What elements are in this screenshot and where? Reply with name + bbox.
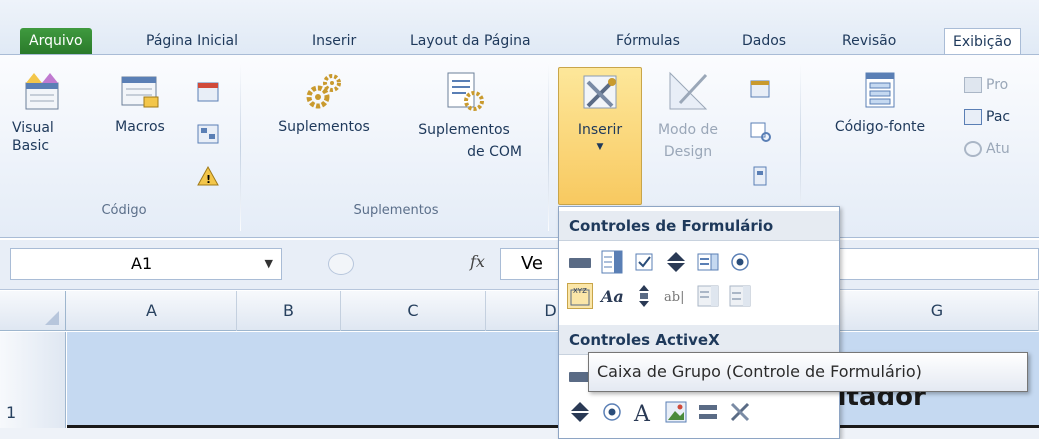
- suplementos-label: Suplementos: [278, 119, 370, 135]
- group-label-codigo: Código: [101, 203, 147, 218]
- group-separator: [548, 63, 549, 231]
- controls-small-icons: [750, 80, 771, 186]
- activex-label-icon[interactable]: A: [631, 399, 657, 427]
- tab-exibicao[interactable]: Exibição: [944, 28, 1021, 54]
- text-field-icon[interactable]: ab|: [663, 283, 689, 309]
- macros-icon: [121, 76, 159, 108]
- svg-text:ab|: ab|: [664, 290, 684, 305]
- group-separator: [240, 63, 241, 231]
- svg-text:!: !: [206, 173, 211, 186]
- svg-text:XYZ: XYZ: [573, 287, 587, 295]
- activex-toggle-button-icon[interactable]: [695, 399, 721, 425]
- suplementos-com-label: Suplementos de COM: [396, 119, 532, 163]
- name-box-value: A1: [131, 254, 153, 273]
- combo-drop-down-edit-icon[interactable]: [727, 283, 753, 309]
- propriedades-label: Pro: [986, 77, 1009, 93]
- tab-layout-da-pagina[interactable]: Layout da Página: [402, 28, 539, 54]
- combo-box-icon[interactable]: [599, 249, 625, 275]
- insert-controls-dropdown: Controles de Formulário XYZ Aa ab| Contr…: [558, 206, 840, 439]
- more-controls-icon[interactable]: [727, 399, 753, 425]
- formula-bar: A1 ▼ fx Ve: [0, 240, 1039, 290]
- atualizar-label: Atu: [986, 141, 1010, 157]
- select-all-corner[interactable]: [0, 291, 66, 331]
- column-header-c[interactable]: C: [341, 291, 486, 331]
- expansion-packs-icon: [964, 109, 982, 125]
- pacotes-label: Pac: [986, 109, 1011, 125]
- inserir-controls-button[interactable]: Inserir ▼: [558, 67, 642, 205]
- combo-list-edit-icon[interactable]: [695, 283, 721, 309]
- design-mode-icon: [669, 71, 708, 110]
- row-2[interactable]: [0, 428, 1039, 439]
- map-properties-icon: [964, 77, 982, 93]
- option-button-icon[interactable]: [727, 249, 753, 275]
- column-headers: A B C D E F G: [0, 291, 1039, 331]
- svg-text:Aa: Aa: [599, 287, 624, 306]
- source-code-icon: [865, 72, 895, 108]
- tab-inserir[interactable]: Inserir: [304, 28, 364, 54]
- tooltip: Caixa de Grupo (Controle de Formulário): [588, 352, 1028, 392]
- visual-basic-icon: [25, 73, 59, 110]
- checkbox-control-icon[interactable]: [631, 249, 657, 275]
- modo-design-button[interactable]: Modo de Design: [646, 69, 730, 163]
- svg-text:A: A: [633, 402, 651, 425]
- ribbon: Visual Basic Macros ! Código Suplementos…: [0, 54, 1039, 238]
- suplementos-com-label-line1: Suplementos: [418, 122, 510, 138]
- column-header-b[interactable]: B: [237, 291, 341, 331]
- button-control-icon[interactable]: [567, 249, 593, 275]
- suplementos-com-button[interactable]: Suplementos de COM: [396, 69, 532, 163]
- suplementos-button[interactable]: Suplementos: [256, 69, 392, 135]
- tab-revisao[interactable]: Revisão: [834, 28, 904, 54]
- visual-basic-button[interactable]: Visual Basic: [12, 69, 72, 155]
- macros-button[interactable]: Macros: [100, 69, 180, 135]
- column-header-g[interactable]: G: [836, 291, 1039, 331]
- list-box-icon[interactable]: [695, 249, 721, 275]
- scroll-bar-icon[interactable]: [631, 283, 657, 309]
- atualizar-button[interactable]: Atu: [964, 141, 1010, 157]
- activex-spin-button-icon[interactable]: [567, 399, 593, 425]
- modo-design-label-line2: Design: [663, 144, 713, 160]
- refresh-data-icon: [964, 141, 982, 157]
- tools-icon: [583, 75, 617, 109]
- pacotes-button[interactable]: Pac: [964, 109, 1010, 125]
- suplementos-com-label-line2: de COM: [467, 144, 522, 160]
- codigo-fonte-label: Código-fonte: [834, 119, 926, 135]
- macros-label: Macros: [115, 119, 165, 135]
- form-controls-header: Controles de Formulário: [559, 211, 839, 241]
- select-all-icon: [45, 311, 59, 325]
- tab-arquivo[interactable]: Arquivo: [20, 28, 92, 54]
- formula-bar-expand-icon[interactable]: [328, 253, 354, 275]
- spin-button-icon[interactable]: [663, 249, 689, 275]
- form-controls-row-1: [567, 247, 753, 277]
- label-control-icon[interactable]: Aa: [599, 283, 625, 309]
- propriedades-button[interactable]: Pro: [964, 77, 1008, 93]
- visual-basic-label: Visual Basic: [12, 120, 54, 154]
- insert-function-icon[interactable]: fx: [470, 252, 485, 271]
- codigo-fonte-button[interactable]: Código-fonte: [810, 69, 950, 135]
- tab-pagina-inicial[interactable]: Página Inicial: [138, 28, 246, 54]
- chevron-down-icon: ▼: [596, 142, 604, 152]
- row-number: 1: [6, 403, 17, 422]
- com-addins-icon: [447, 72, 484, 111]
- inserir-controls-label: Inserir: [577, 122, 623, 138]
- tab-formulas[interactable]: Fórmulas: [608, 28, 688, 54]
- group-box-icon[interactable]: XYZ: [567, 283, 593, 309]
- modo-design-label: Modo de Design: [646, 119, 730, 163]
- name-box[interactable]: A1 ▼: [10, 248, 282, 280]
- ribbon-tab-strip: Arquivo Página Inicial Inserir Layout da…: [0, 0, 1039, 58]
- formula-content: Ve: [521, 253, 543, 274]
- activex-option-button-icon[interactable]: [599, 399, 625, 425]
- row-header-1[interactable]: 1: [0, 332, 66, 428]
- activex-controls-row-2: A: [567, 397, 753, 427]
- chevron-down-icon[interactable]: ▼: [265, 249, 273, 279]
- activex-image-icon[interactable]: [663, 399, 689, 425]
- column-header-a[interactable]: A: [67, 291, 237, 331]
- gears-icon: [306, 74, 341, 109]
- tab-dados[interactable]: Dados: [734, 28, 794, 54]
- code-small-icons: !: [197, 82, 219, 186]
- form-controls-row-2: XYZ Aa ab|: [567, 281, 753, 311]
- group-label-suplementos: Suplementos: [353, 203, 439, 218]
- activex-controls-header: Controles ActiveX: [559, 325, 839, 355]
- modo-design-label-line1: Modo de: [657, 122, 719, 138]
